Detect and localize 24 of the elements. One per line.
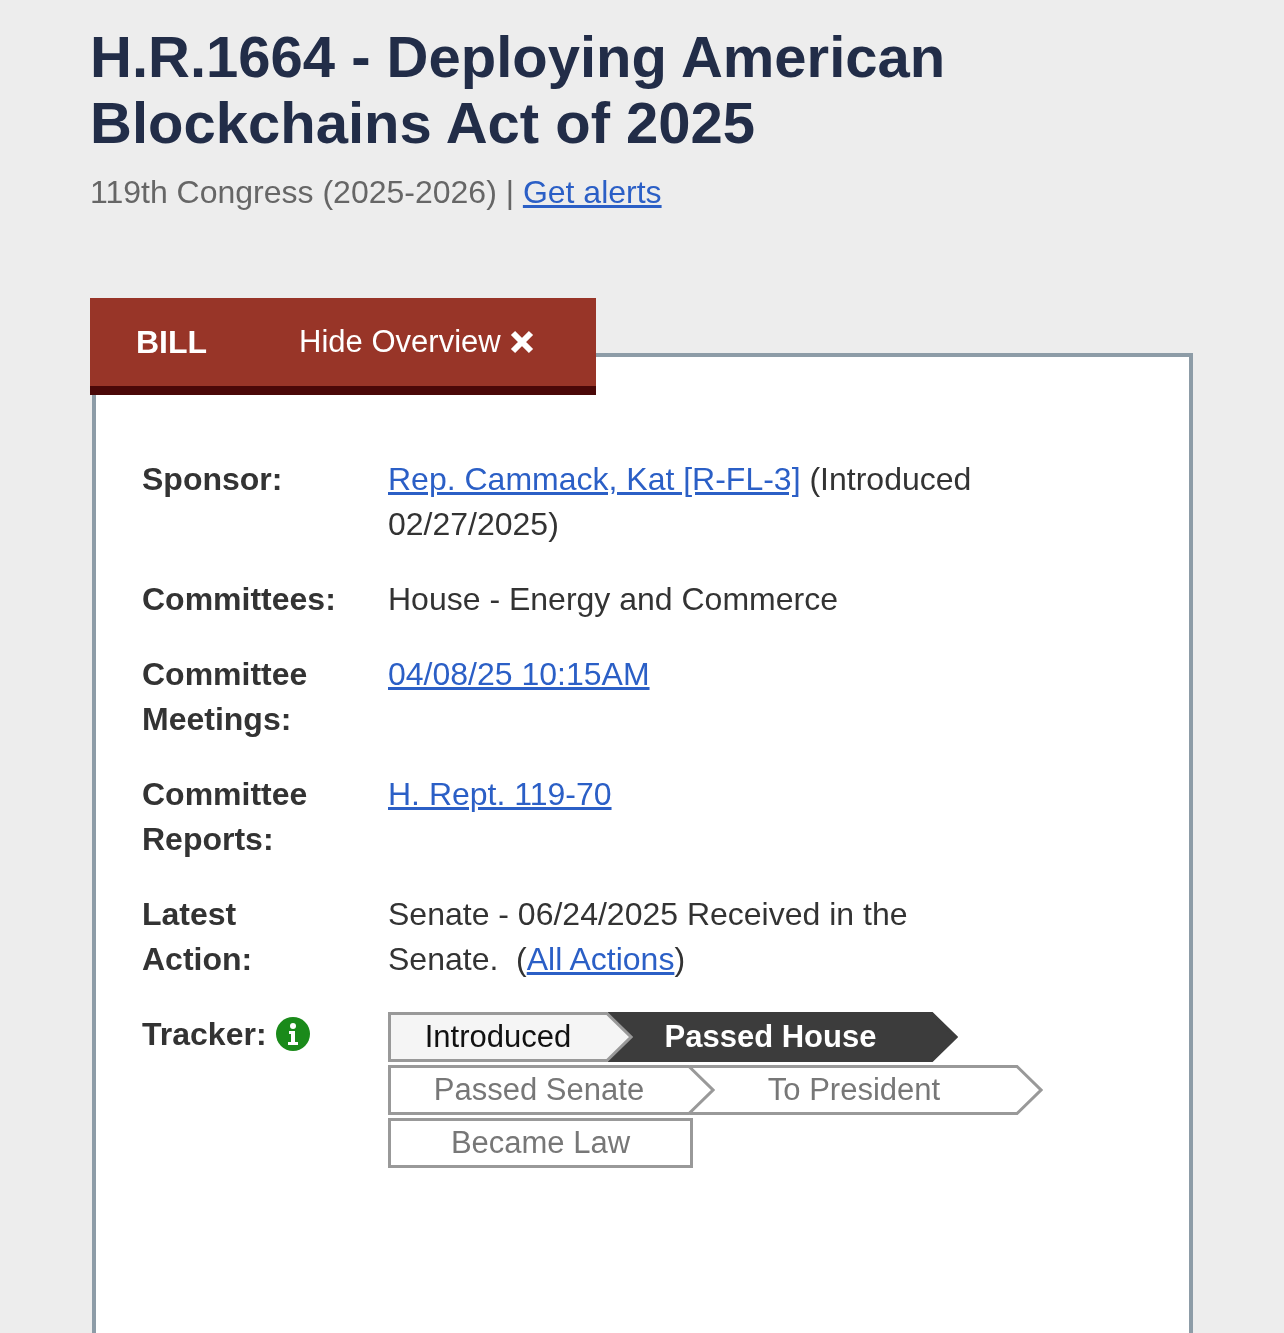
tracker-step: To President [690,1065,1043,1115]
field-label: Sponsor: [142,460,284,499]
field-value: Senate - 06/24/2025 Received in the Senate. (All Actions) [388,895,909,979]
field-link[interactable]: 04/08/25 10:15AM [388,656,650,692]
field-label: Committee Meetings: [142,655,309,739]
tracker-step: Introduced [388,1012,633,1062]
field-label: Latest Action: [142,895,254,979]
page-title: H.R.1664 - Deploying American Blockchains Act of 2025 [90,24,947,156]
bill-tab[interactable]: BILL [136,318,208,366]
field-label: Committee Reports: [142,775,309,859]
tracker-step: Passed House [608,1012,958,1062]
tracker-step: Passed Senate [388,1065,715,1115]
field-value: Rep. Cammack, Kat [R-FL-3] (Introduced 02/27/2025) [388,460,973,544]
info-icon[interactable] [274,1016,311,1052]
field-label: Committees: [142,580,337,619]
field-value: House - Energy and Commerce [388,580,839,619]
hide-overview-button[interactable]: Hide Overview [299,318,535,366]
congress-text: 119th Congress (2025-2026) | [90,174,514,210]
field-link[interactable]: H. Rept. 119-70 [388,776,612,812]
field-label: Tracker: [142,1015,267,1054]
tracker-step: Became Law [388,1118,693,1168]
field-link[interactable]: Rep. Cammack, Kat [R-FL-3] [388,461,801,497]
get-alerts-link[interactable]: Get alerts [522,174,662,210]
close-icon [508,329,535,355]
